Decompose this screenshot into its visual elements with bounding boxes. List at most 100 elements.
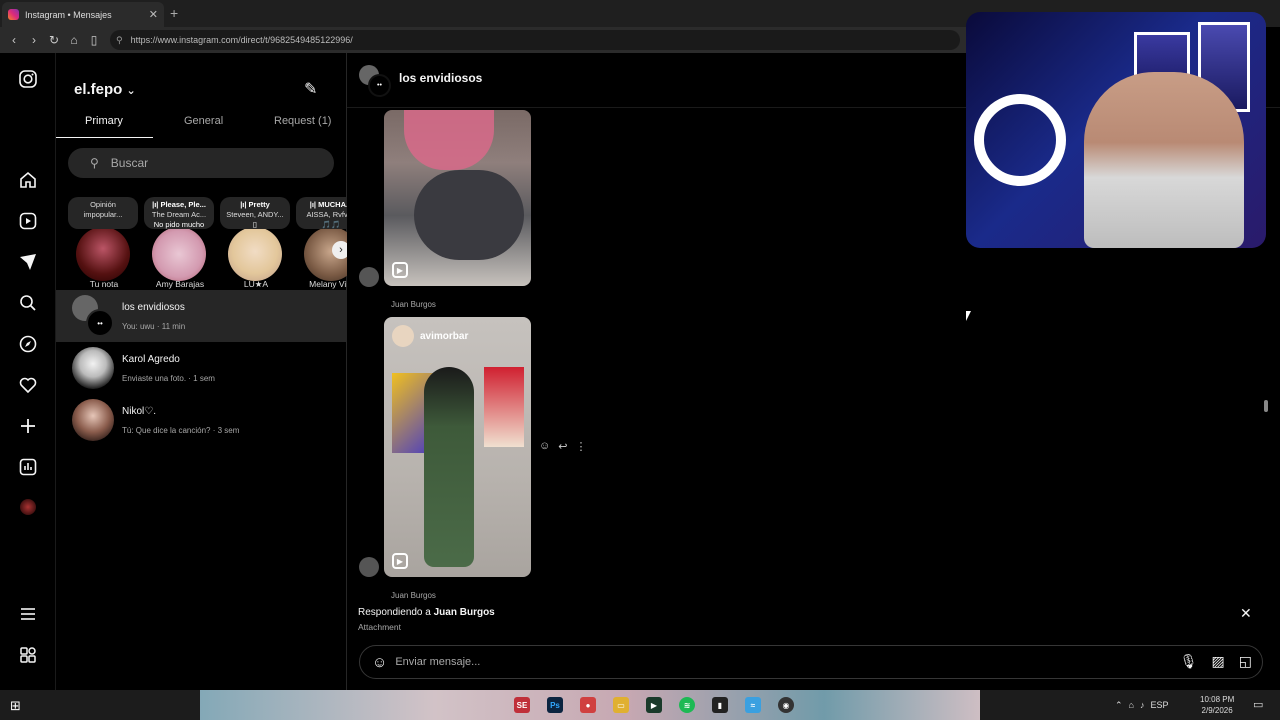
react-emoji-icon[interactable]: ☺ [539, 440, 550, 453]
tab-title: Instagram • Mensajes [25, 9, 112, 20]
reply-icon[interactable]: ↩ [558, 440, 567, 453]
reel-icon: ▶ [392, 262, 408, 278]
sender-name: Juan Burgos [391, 591, 436, 600]
avatar [72, 347, 114, 389]
reel-author[interactable]: avimorbar [392, 325, 468, 347]
tab-general[interactable]: General [184, 115, 223, 127]
shared-reel[interactable]: avimorbar ▶ [384, 317, 531, 577]
sender-avatar [359, 557, 379, 577]
note-bubble: |ı| MUCHA... AISSA, Rvfv,... 🎵🎵 [296, 197, 347, 229]
message-input[interactable] [395, 656, 1262, 668]
also-from-meta-icon[interactable] [18, 645, 38, 665]
clock-time: 10:08 PM [1200, 695, 1235, 704]
shared-reel[interactable]: ▶ [384, 110, 531, 286]
avatar [228, 227, 282, 281]
reply-target-name: Juan Burgos [433, 607, 495, 618]
search-nav-icon[interactable] [18, 293, 38, 313]
url-field[interactable]: ⚲ https://www.instagram.com/direct/t/968… [110, 30, 960, 50]
conversation-preview: You: uwu · 11 min [122, 321, 186, 331]
conversation-item[interactable]: Karol Agredo Enviaste una foto. · 1 sem [56, 342, 347, 394]
scrollbar-thumb[interactable] [1264, 400, 1268, 412]
note-bubble: |ı| Pretty Steveen, ANDY... ▯ [220, 197, 290, 229]
chat-title[interactable]: los envidiosos [399, 71, 482, 85]
image-upload-icon[interactable]: ▨ [1212, 653, 1225, 670]
reel-author-name: avimorbar [420, 330, 469, 342]
message-composer: ☺ 🎙 ▨ ◱ [359, 645, 1263, 679]
instagram-favicon-icon [8, 9, 19, 20]
dashboard-icon[interactable] [18, 457, 38, 477]
conversation-item[interactable]: •• los envidiosos You: uwu · 11 min [56, 290, 347, 342]
system-tray: ⌃ ⌂ ♪ ESP [1115, 690, 1169, 720]
chevron-up-icon[interactable]: ⌃ [1115, 700, 1123, 711]
reload-icon[interactable]: ↻ [44, 33, 64, 47]
microphone-icon[interactable]: 🎙 [1180, 653, 1198, 670]
avatar [152, 227, 206, 281]
url-text: https://www.instagram.com/direct/t/96825… [130, 35, 353, 45]
tab-close-icon[interactable]: ✕ [149, 8, 158, 21]
more-menu-icon[interactable] [18, 604, 38, 624]
language-indicator[interactable]: ESP [1150, 700, 1168, 710]
taskbar-clock[interactable]: 10:08 PM 2/9/2026 [1200, 694, 1234, 716]
cancel-reply-close-icon[interactable]: ✕ [1240, 605, 1252, 622]
bookmark-icon[interactable]: ▯ [84, 33, 104, 47]
active-tab-indicator [56, 137, 153, 138]
streamer [1084, 72, 1244, 248]
file-explorer-icon[interactable]: ▭ [613, 697, 629, 713]
notes-next-arrow-icon[interactable]: › [332, 241, 347, 259]
note-author: Amy Barajas [155, 279, 205, 289]
reply-attachment-label: Attachment [358, 622, 401, 632]
search-input[interactable]: ⚲ Buscar [68, 148, 334, 178]
volume-icon[interactable]: ♪ [1140, 700, 1145, 710]
more-options-icon[interactable]: ⋮ [575, 440, 586, 453]
obs-icon[interactable]: ◉ [778, 697, 794, 713]
app-icon[interactable]: ▮ [712, 697, 728, 713]
instagram-logo-icon[interactable] [18, 69, 38, 89]
group-avatar: •• [72, 295, 114, 337]
new-tab-button[interactable]: + [170, 5, 178, 21]
composer-actions: 🎙 ▨ ◱ [1180, 653, 1252, 670]
browser-tab[interactable]: Instagram • Mensajes ✕ [2, 2, 164, 27]
new-message-icon[interactable]: ✎ [304, 79, 317, 99]
account-username: el.fepo [74, 81, 123, 98]
reel-icon: ▶ [392, 553, 408, 569]
left-navigation [0, 53, 56, 690]
sticker-icon[interactable]: ◱ [1239, 653, 1252, 670]
tab-requests[interactable]: Request (1) [274, 115, 331, 127]
forward-icon[interactable]: › [24, 33, 44, 47]
avatar [72, 399, 114, 441]
conversation-name: los envidiosos [122, 301, 185, 313]
explore-nav-icon[interactable] [18, 334, 38, 354]
tab-primary[interactable]: Primary [85, 115, 123, 127]
site-info-icon[interactable]: ⚲ [116, 35, 123, 46]
account-switcher[interactable]: el.fepo ⌄ [74, 81, 136, 98]
spotify-icon[interactable]: ≋ [679, 697, 695, 713]
home-icon[interactable]: ⌂ [64, 33, 84, 47]
home-nav-icon[interactable] [18, 170, 38, 190]
network-icon[interactable]: ⌂ [1129, 700, 1134, 710]
emoji-icon[interactable]: ☺ [372, 654, 387, 671]
reels-nav-icon[interactable] [18, 211, 38, 231]
notifications-icon[interactable]: ▭ [1253, 698, 1263, 711]
photoshop-icon[interactable]: Ps [547, 697, 563, 713]
notifications-heart-icon[interactable] [18, 375, 38, 395]
create-plus-icon[interactable] [18, 416, 38, 436]
messages-nav-icon[interactable] [18, 252, 38, 272]
sender-name: Juan Burgos [391, 300, 436, 309]
address-bar: ‹ › ↻ ⌂ ▯ ⚲ https://www.instagram.com/di… [0, 27, 966, 53]
taskbar-search-area[interactable] [30, 690, 200, 720]
chevron-down-icon: ⌄ [126, 85, 136, 97]
windows-start-icon[interactable]: ⊞ [10, 698, 21, 714]
profile-avatar-icon[interactable] [18, 497, 38, 517]
app-icon[interactable]: ▶ [646, 697, 662, 713]
sender-avatar [359, 267, 379, 287]
app-icon[interactable]: ≈ [745, 697, 761, 713]
mouse-cursor-icon [966, 311, 971, 321]
app-icon[interactable]: ● [580, 697, 596, 713]
app-icon[interactable]: SE [514, 697, 530, 713]
group-avatar[interactable]: •• [359, 65, 391, 97]
reply-target: Respondiendo a Juan Burgos [358, 607, 495, 618]
webcam-overlay [966, 12, 1266, 248]
conversation-item[interactable]: Nikol♡. Tú: Que dice la canción? · 3 sem [56, 394, 347, 446]
message-actions: ☺ ↩ ⋮ [539, 440, 586, 453]
back-icon[interactable]: ‹ [4, 33, 24, 47]
